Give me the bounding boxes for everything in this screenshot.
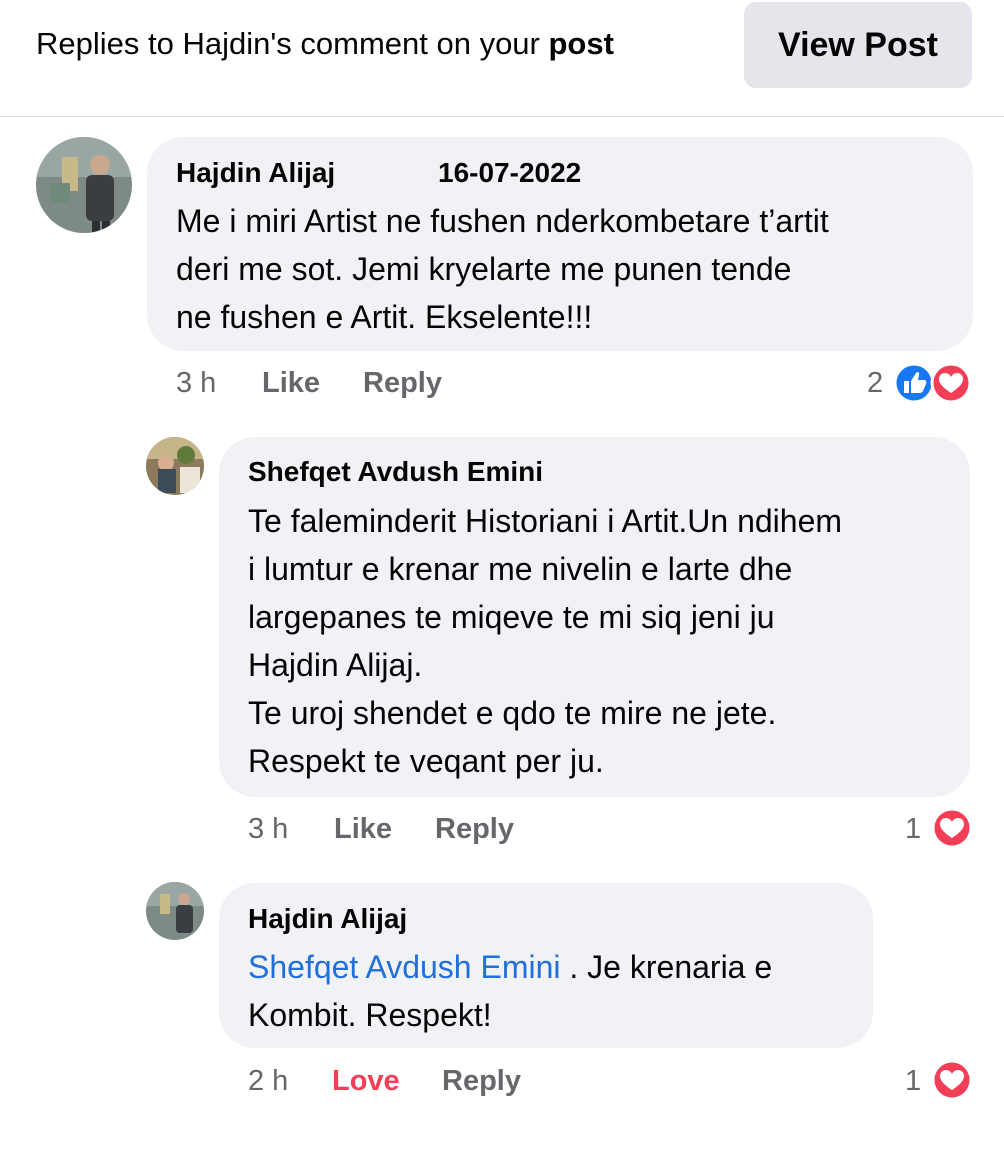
comment-time: 2 h <box>248 1065 289 1097</box>
reaction-count[interactable]: 1 <box>905 813 921 846</box>
header-title: Replies to Hajdin's comment on your post <box>36 26 614 62</box>
like-button[interactable]: Like <box>334 813 392 846</box>
comment-line: Kombit. Respekt! <box>248 997 492 1033</box>
reactions-summary[interactable] <box>893 362 975 404</box>
avatar[interactable] <box>146 882 204 940</box>
comment-line-rest: . Je krenaria e <box>560 949 773 985</box>
header-post-link[interactable]: post <box>549 26 614 61</box>
like-button[interactable]: Like <box>262 367 320 400</box>
comment-author[interactable]: Hajdin Alijaj <box>176 157 335 189</box>
mention-link[interactable]: Shefqet Avdush Emini <box>248 949 561 985</box>
comment-text: Shefqet Avdush Emini . Je krenaria e Kom… <box>248 943 772 1039</box>
comment-line: Te faleminderit Historiani i Artit.Un nd… <box>248 503 843 539</box>
reactions-summary[interactable] <box>931 807 975 849</box>
love-icon <box>931 807 973 849</box>
comment-author[interactable]: Hajdin Alijaj <box>248 903 407 935</box>
avatar[interactable] <box>36 137 132 233</box>
reaction-count[interactable]: 2 <box>867 367 883 400</box>
comment-time: 3 h <box>176 367 217 399</box>
like-icon <box>893 362 935 404</box>
comment-line: Hajdin Alijaj. <box>248 647 423 683</box>
avatar[interactable] <box>146 437 204 495</box>
reaction-count[interactable]: 1 <box>905 1065 921 1098</box>
comment-time: 3 h <box>248 813 289 845</box>
comment-line: Shefqet Avdush Emini . Je krenaria e <box>248 943 772 991</box>
reply-button[interactable]: Reply <box>435 813 514 846</box>
view-post-button[interactable]: View Post <box>744 2 972 88</box>
comment-author[interactable]: Shefqet Avdush Emini <box>248 456 543 488</box>
love-icon <box>931 1059 973 1101</box>
comment-line: deri me sot. Jemi kryelarte me punen ten… <box>176 251 792 287</box>
comment-line: largepanes te miqeve te mi siq jeni ju <box>248 599 775 635</box>
comment-text: Te faleminderit Historiani i Artit.Un nd… <box>248 497 842 785</box>
comment-line: i lumtur e krenar me nivelin e larte dhe <box>248 551 793 587</box>
comment-line: Te uroj shendet e qdo te mire ne jete. <box>248 695 777 731</box>
reactions-summary[interactable] <box>931 1059 975 1101</box>
reply-button[interactable]: Reply <box>363 367 442 400</box>
love-reaction-button[interactable]: Love <box>332 1065 400 1098</box>
love-icon <box>930 362 972 404</box>
header-text: Replies to Hajdin's comment on your <box>36 26 540 61</box>
comment-date: 16-07-2022 <box>438 157 582 188</box>
comment-line: Me i miri Artist ne fushen nderkombetare… <box>176 203 829 239</box>
comment-line: ne fushen e Artit. Ekselente!!! <box>176 299 593 335</box>
header-bar: Replies to Hajdin's comment on your post… <box>0 0 1004 117</box>
reply-button[interactable]: Reply <box>442 1065 521 1098</box>
comment-text: Me i miri Artist ne fushen nderkombetare… <box>176 197 829 341</box>
comment-line: Respekt te veqant per ju. <box>248 743 604 779</box>
